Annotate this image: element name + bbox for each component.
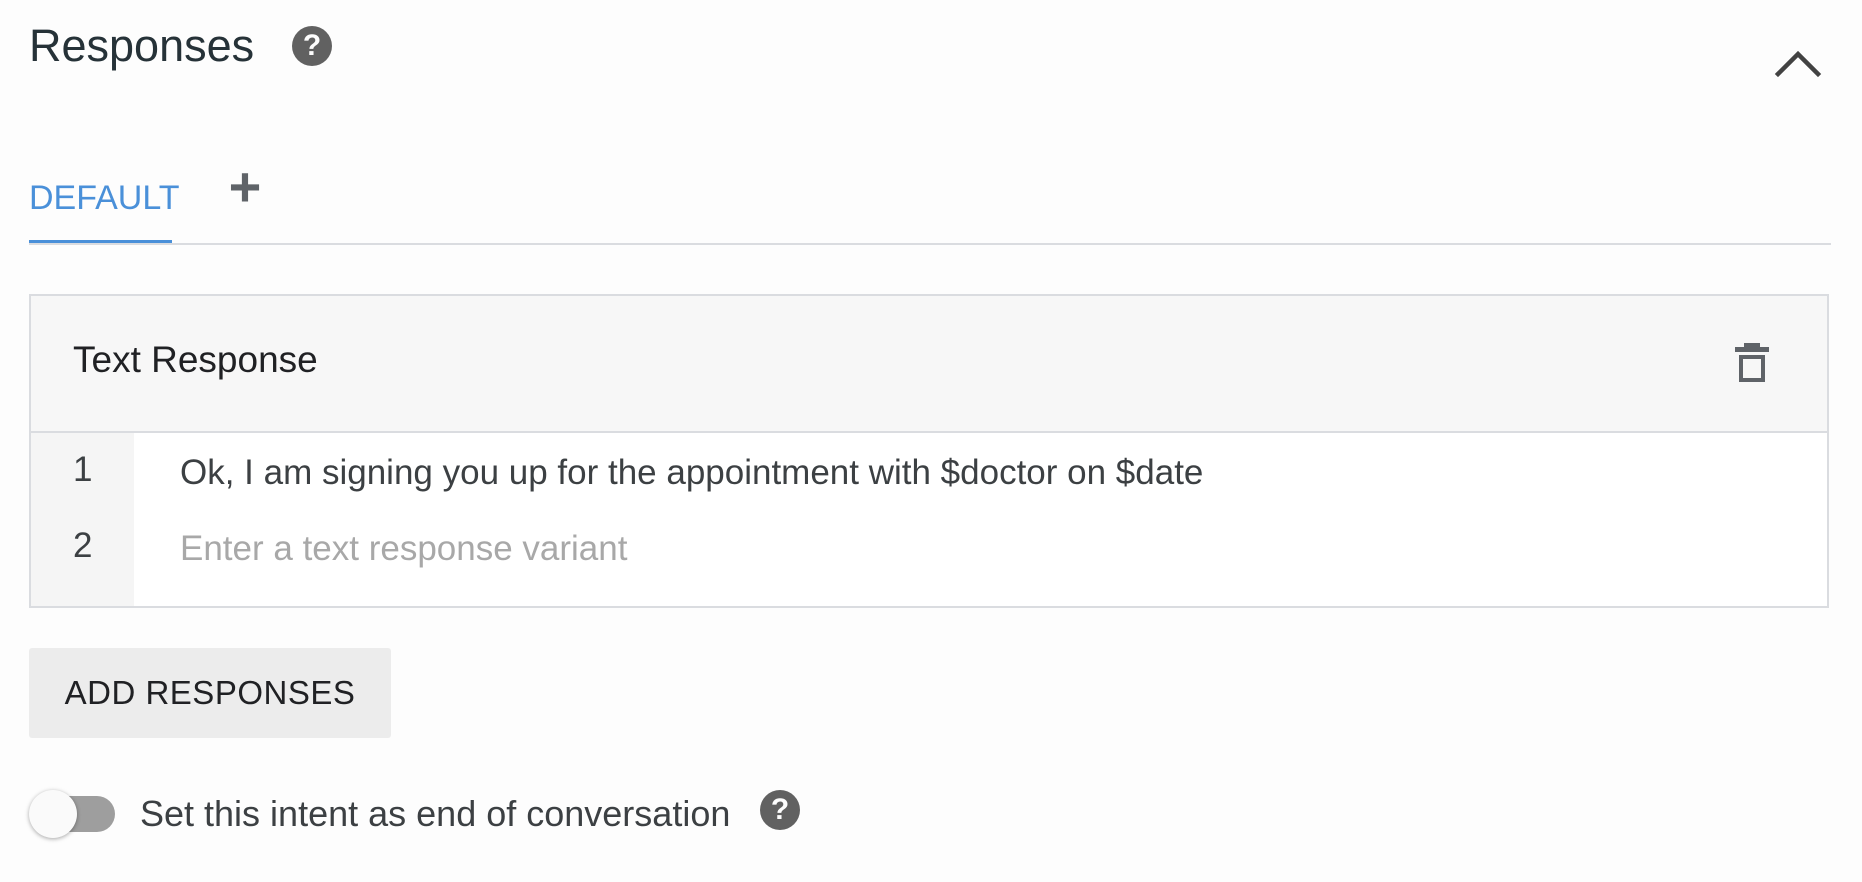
response-variants: 1 2 <box>31 433 1827 606</box>
response-variant-row: 1 <box>31 433 1827 519</box>
row-number: 2 <box>73 526 93 565</box>
active-tab-indicator <box>29 240 172 243</box>
help-icon[interactable]: ? <box>292 26 332 66</box>
new-response-variant-input[interactable] <box>180 523 1807 575</box>
help-icon[interactable]: ? <box>760 790 800 830</box>
response-variant-row: 2 <box>31 519 1827 605</box>
tab-default[interactable]: DEFAULT <box>29 173 180 243</box>
responses-header: Responses ? <box>29 18 1822 78</box>
tab-default-label: DEFAULT <box>29 179 180 217</box>
end-of-conversation-label: Set this intent as end of conversation <box>140 793 731 834</box>
end-of-conversation-toggle[interactable] <box>29 788 119 840</box>
response-tabs: DEFAULT + <box>29 159 1831 245</box>
response-variant-input[interactable] <box>180 447 1807 499</box>
add-tab-button[interactable]: + <box>220 159 270 215</box>
add-responses-button[interactable]: ADD RESPONSES <box>29 648 391 738</box>
section-title: Responses <box>29 20 255 71</box>
chevron-up-icon[interactable] <box>1774 40 1822 80</box>
card-title: Text Response <box>73 339 318 380</box>
toggle-thumb <box>29 790 77 838</box>
text-response-card: Text Response 1 2 <box>29 294 1829 608</box>
trash-icon[interactable] <box>1735 342 1769 384</box>
row-number: 1 <box>73 450 93 489</box>
card-header: Text Response <box>31 296 1827 433</box>
responses-panel: Responses ? DEFAULT + Text Response 1 Ok… <box>0 0 1862 882</box>
